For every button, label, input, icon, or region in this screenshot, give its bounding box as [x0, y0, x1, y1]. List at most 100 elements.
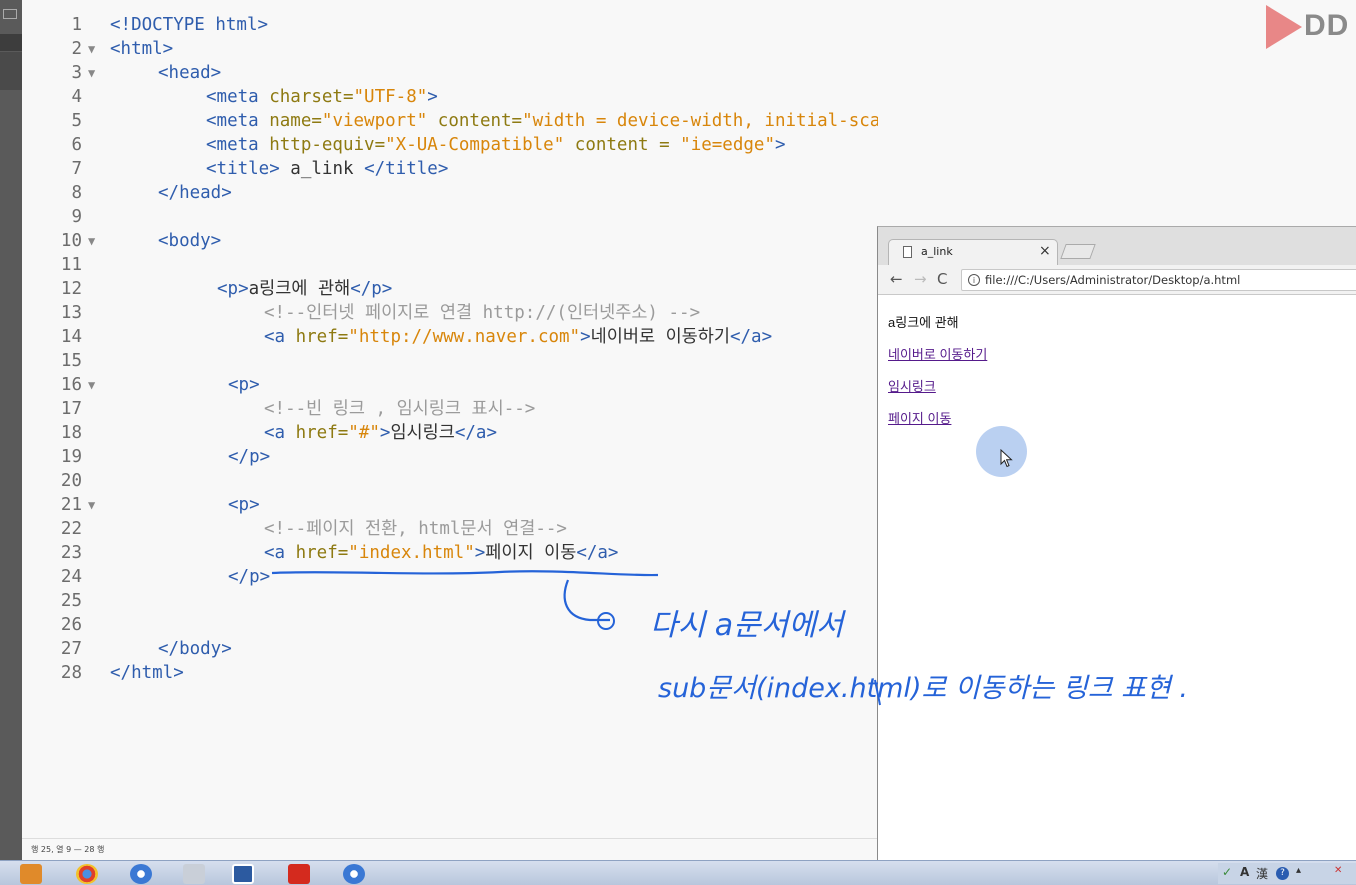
- code-comment: <!--빈 링크 , 임시링크 표시-->: [264, 399, 536, 419]
- code-token: </p>: [350, 279, 393, 299]
- side-toolbar-selected[interactable]: [0, 34, 22, 51]
- screen: 1 2 ▼ 3 ▼ 4 5 6 7 8 9 10 ▼ 11 12 13 14 15 16 ▼ 17 18 19 20 21 ▼ 22…: [0, 0, 1356, 885]
- url-text[interactable]: file:///C:/Users/Administrator/Desktop/a…: [985, 273, 1240, 287]
- code-line[interactable]: <!--빈 링크 , 임시링크 표시-->: [22, 397, 878, 421]
- code-line[interactable]: </p>: [22, 445, 878, 469]
- code-line[interactable]: <a href="index.html">페이지 이동</a>: [22, 541, 878, 565]
- code-line[interactable]: <!--페이지 전환, html문서 연결-->: [22, 517, 878, 541]
- code-token: "width = device-width, initial-scale = 1…: [522, 111, 878, 131]
- code-token: a_link: [279, 159, 365, 179]
- side-toolbar: [0, 0, 22, 860]
- code-token: href=: [295, 423, 349, 443]
- code-token: href=: [295, 327, 349, 347]
- line-number-row: 11: [22, 253, 878, 277]
- code-token: "ie=edge": [680, 135, 775, 155]
- code-token: <title>: [206, 159, 280, 179]
- pdf-reader-icon[interactable]: [288, 864, 310, 884]
- code-token: 페이지 이동: [485, 543, 577, 563]
- code-token: <html>: [110, 39, 174, 59]
- browser-toolbar: ← → C i file:///C:/Users/Administrator/D…: [878, 265, 1356, 295]
- tray-network-icon[interactable]: ✓: [1222, 865, 1232, 879]
- code-token: <meta: [206, 87, 270, 107]
- ime-mode[interactable]: A: [1240, 865, 1249, 879]
- code-token: <body>: [158, 231, 222, 251]
- volume-icon[interactable]: ✕: [1334, 865, 1342, 876]
- browser-icon[interactable]: [130, 864, 152, 884]
- forward-button[interactable]: →: [914, 270, 927, 288]
- status-bar: 행 25, 열 9 — 28 행: [22, 838, 878, 860]
- code-token: <a: [264, 423, 296, 443]
- code-token: href=: [295, 543, 349, 563]
- code-token: "UTF-8": [353, 87, 428, 107]
- media-player-icon[interactable]: [20, 864, 42, 884]
- code-line[interactable]: <p>: [22, 373, 878, 397]
- info-icon[interactable]: i: [968, 274, 980, 286]
- browser-icon-2[interactable]: [343, 864, 365, 884]
- page-content: a링크에 관해 네이버로 이동하기 임시링크 페이지 이동: [878, 296, 1356, 861]
- tray-arrow-icon[interactable]: ▴: [1296, 865, 1301, 876]
- line-number: 20: [60, 471, 82, 491]
- code-token: </a>: [454, 423, 498, 443]
- code-token: <meta: [206, 111, 270, 131]
- tab-title: a_link: [921, 245, 953, 258]
- code-token: "viewport": [321, 111, 428, 131]
- code-line[interactable]: <body>: [22, 229, 878, 253]
- code-line[interactable]: <head>: [22, 61, 878, 85]
- line-number-row: 9: [22, 205, 878, 229]
- close-tab-icon[interactable]: ×: [1039, 243, 1051, 259]
- help-icon[interactable]: ?: [1276, 867, 1289, 880]
- code-comment: <!--페이지 전환, html문서 연결-->: [264, 519, 567, 539]
- code-line[interactable]: <!--인터넷 페이지로 연결 http://(인터넷주소) -->: [22, 301, 878, 325]
- code-token: "#": [348, 423, 380, 443]
- code-line[interactable]: <title> a_link </title>: [22, 157, 878, 181]
- code-token: http-equiv=: [269, 135, 386, 155]
- cursor-position: 행 25, 열 9 — 28 행: [31, 845, 105, 854]
- ime-hanja[interactable]: 漢: [1256, 865, 1268, 882]
- code-token: >: [580, 327, 591, 347]
- taskbar: ✓ A 漢 ? ▴ ✕: [0, 860, 1356, 885]
- code-line[interactable]: <a href="#">임시링크</a>: [22, 421, 878, 445]
- line-number: 9: [71, 207, 82, 227]
- code-token: </head>: [158, 183, 232, 203]
- code-line[interactable]: <meta name="viewport" content="width = d…: [22, 109, 878, 133]
- code-token: </body>: [158, 639, 232, 659]
- paragraph-heading: a링크에 관해: [888, 315, 959, 330]
- play-icon: [1266, 5, 1302, 49]
- back-button[interactable]: ←: [890, 270, 903, 288]
- code-token: 네이버로 이동하기: [590, 327, 730, 347]
- link-naver[interactable]: 네이버로 이동하기: [888, 344, 987, 363]
- line-number-row: 20: [22, 469, 878, 493]
- link-page-move[interactable]: 페이지 이동: [888, 408, 951, 427]
- panel-toggle-icon[interactable]: [3, 9, 17, 19]
- editor-app-icon[interactable]: [232, 864, 254, 884]
- tools-icon[interactable]: [183, 864, 205, 884]
- code-line[interactable]: <html>: [22, 37, 878, 61]
- code-line[interactable]: <p>a링크에 관해</p>: [22, 277, 878, 301]
- code-line[interactable]: <p>: [22, 493, 878, 517]
- browser-window: a_link × ← → C i file:///C:/Users/Admini…: [877, 226, 1356, 861]
- code-comment: <!--인터넷 페이지로 연결 http://(인터넷주소) -->: [264, 303, 701, 323]
- code-token: content =: [564, 135, 681, 155]
- logo-text: DD: [1304, 9, 1350, 42]
- link-temp[interactable]: 임시링크: [888, 376, 936, 395]
- code-token: charset=: [269, 87, 354, 107]
- line-number: 26: [60, 615, 82, 635]
- reload-button[interactable]: C: [937, 270, 947, 288]
- code-line[interactable]: </p>: [22, 565, 878, 589]
- code-token: </a>: [729, 327, 773, 347]
- code-token: </a>: [576, 543, 619, 563]
- annotation-line-1: 다시 a문서에서: [650, 608, 844, 643]
- code-line[interactable]: <!DOCTYPE html>: [22, 13, 878, 37]
- code-line[interactable]: <meta http-equiv="X-UA-Compatible" conte…: [22, 133, 878, 157]
- tab-a-link[interactable]: a_link ×: [888, 239, 1058, 265]
- code-line[interactable]: </head>: [22, 181, 878, 205]
- code-editor[interactable]: 1 2 ▼ 3 ▼ 4 5 6 7 8 9 10 ▼ 11 12 13 14 15 16 ▼ 17 18 19 20 21 ▼ 22…: [22, 0, 878, 838]
- new-tab-button[interactable]: [1060, 244, 1096, 259]
- code-line[interactable]: <meta charset="UTF-8">: [22, 85, 878, 109]
- annotation-line-2: sub문서(index.html)로 이동하는 링크 표현 .: [658, 673, 1188, 704]
- address-bar[interactable]: i file:///C:/Users/Administrator/Desktop…: [961, 269, 1356, 291]
- code-line[interactable]: <a href="http://www.naver.com">네이버로 이동하기…: [22, 325, 878, 349]
- chrome-icon[interactable]: [76, 864, 98, 884]
- line-number: 25: [60, 591, 82, 611]
- code-token: <meta: [206, 135, 270, 155]
